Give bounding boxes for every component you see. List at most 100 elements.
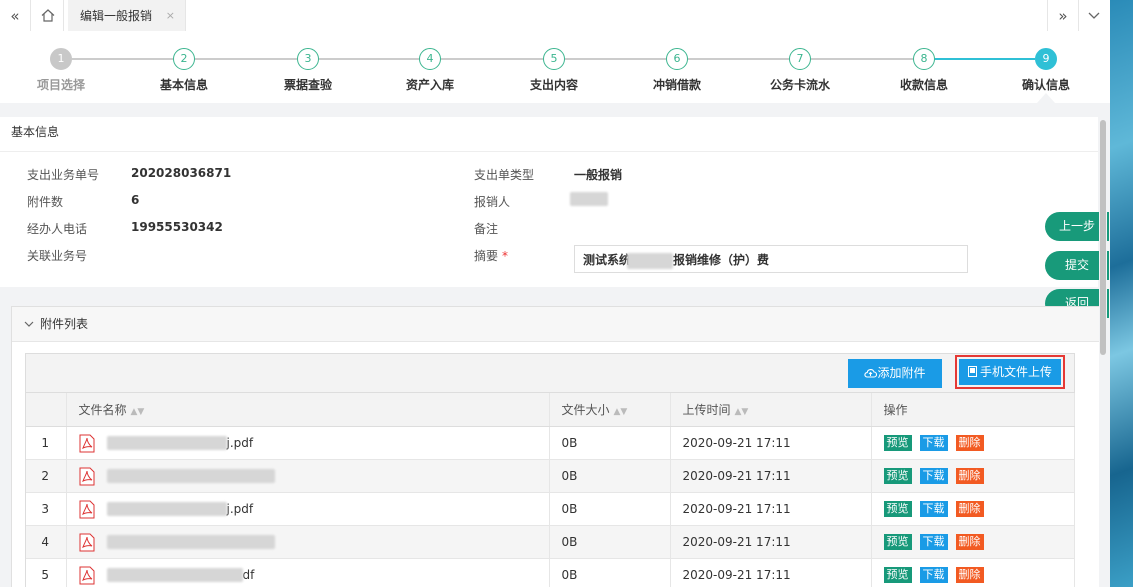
file-size-cell: 0B [549,558,671,587]
attachment-title: 附件列表 [40,317,89,331]
delete-button[interactable]: 删除 [955,567,984,583]
order-no-label: 支出业务单号 [27,168,100,182]
download-button[interactable]: 下载 [919,567,948,583]
delete-button[interactable]: 删除 [955,435,984,451]
phone-value: 19955530342 [131,220,223,234]
name-header[interactable]: 文件名称 ▲▼ [66,393,550,427]
preview-button[interactable]: 预览 [883,501,912,517]
ops-cell: 预览 下载 删除 [871,426,1075,460]
tab-label: 编辑一般报销 [80,9,153,23]
table-toolbar: 添加附件 手机文件上传 [26,354,1074,393]
file-name-redacted [106,568,243,582]
table-header-row: 文件名称 ▲▼ 文件大小 ▲▼ 上传时间 ▲▼ 操作 [26,393,1075,427]
table-row[interactable]: 4 0B 2020-09-21 17:11 预览 下载 删除 [26,525,1075,559]
tab-edit-reimbursement[interactable]: 编辑一般报销 × [68,0,186,31]
step-number: 9 [1035,48,1057,70]
upload-time-cell: 2020-09-21 17:11 [670,426,872,460]
preview-button[interactable]: 预览 [883,435,912,451]
step-label: 公务卡流水 [769,78,830,92]
desktop-background [1110,0,1133,587]
preview-button[interactable]: 预览 [883,468,912,484]
time-header[interactable]: 上传时间 ▲▼ [670,393,872,427]
step-4[interactable]: 4 资产入库 [380,48,480,93]
basic-info-panel: 基本信息 支出业务单号 202028036871 附件数 6 经办人电话 199… [0,117,1098,287]
phone-upload-highlight: 手机文件上传 [955,355,1065,389]
step-3[interactable]: 3 票据查验 [258,48,358,93]
table-row[interactable]: 1 j.pdf 0B 2020-09-21 17:11 预览 下载 删除 [26,426,1075,460]
step-number: 4 [419,48,441,70]
scroll-right-icon[interactable]: » [1047,0,1079,31]
add-attachment-button[interactable]: 添加附件 [848,359,942,388]
phone-label: 经办人电话 [27,222,88,236]
download-button[interactable]: 下载 [919,534,948,550]
attach-count-label: 附件数 [27,195,64,209]
preview-button[interactable]: 预览 [883,567,912,583]
row-index: 1 [26,426,67,460]
chevron-down-icon[interactable] [1079,0,1109,31]
attach-count-value: 6 [131,193,140,207]
step-number: 2 [173,48,195,70]
table-row[interactable]: 5 df 0B 2020-09-21 17:11 预览 下载 删除 [26,558,1075,587]
phone-upload-button[interactable]: 手机文件上传 [959,359,1061,385]
step-label: 基本信息 [159,78,208,92]
file-size-cell: 0B [549,426,671,460]
delete-button[interactable]: 删除 [955,468,984,484]
step-progress: 1 项目选择 2 基本信息 3 票据查验 4 资产入库 5 支出内容 6 冲销借款 7 公务卡流水 8 收款信… [0,31,1110,103]
table-row[interactable]: 2 0B 2020-09-21 17:11 预览 下载 删除 [26,459,1075,493]
step-number: 5 [543,48,565,70]
ops-cell: 预览 下载 删除 [871,492,1075,526]
step-9[interactable]: 9 确认信息 [996,48,1096,93]
summary-field[interactable]: 测试系统 报销维修（护）费 [574,245,968,273]
step-7[interactable]: 7 公务卡流水 [750,48,850,93]
scrollbar[interactable] [1099,117,1107,587]
home-icon[interactable] [33,0,64,31]
pdf-icon [79,500,94,518]
ops-cell: 预览 下载 删除 [871,525,1075,559]
size-header[interactable]: 文件大小 ▲▼ [549,393,671,427]
reimburser-label: 报销人 [474,195,511,209]
file-size-cell: 0B [549,459,671,493]
table-row[interactable]: 3 j.pdf 0B 2020-09-21 17:11 预览 下载 删除 [26,492,1075,526]
attachment-header[interactable]: 附件列表 [12,307,1099,342]
pdf-icon [79,467,94,485]
close-icon[interactable]: × [166,9,175,22]
step-5[interactable]: 5 支出内容 [504,48,604,93]
row-index: 4 [26,525,67,559]
ops-cell: 预览 下载 删除 [871,459,1075,493]
step-6[interactable]: 6 冲销借款 [627,48,727,93]
download-button[interactable]: 下载 [919,468,948,484]
scroll-left-icon[interactable]: « [0,0,31,31]
scrollbar-thumb[interactable] [1100,120,1106,355]
delete-button[interactable]: 删除 [955,534,984,550]
remark-label: 备注 [474,222,499,236]
file-name-redacted [106,502,227,516]
upload-time-cell: 2020-09-21 17:11 [670,459,872,493]
step-8[interactable]: 8 收款信息 [874,48,974,93]
step-number: 7 [789,48,811,70]
step-label: 确认信息 [1021,78,1070,92]
download-button[interactable]: 下载 [919,435,948,451]
required-mark: * [502,249,509,263]
attachment-table: 添加附件 手机文件上传 文件名称 ▲▼ 文件大小 ▲▼ 上传时间 ▲▼ 操作 1… [25,353,1075,587]
download-button[interactable]: 下载 [919,501,948,517]
attachment-section: 附件列表 添加附件 手机文件上传 文件名称 ▲▼ 文件大小 ▲▼ 上传时间 ▲▼… [11,306,1100,587]
ops-cell: 预览 下载 删除 [871,558,1075,587]
step-1[interactable]: 1 项目选择 [11,48,111,93]
sort-icon: ▲▼ [130,407,145,417]
step-2[interactable]: 2 基本信息 [134,48,234,93]
row-index: 3 [26,492,67,526]
file-size-cell: 0B [549,492,671,526]
summary-label: 摘要 * [474,249,509,263]
step-label: 收款信息 [899,78,948,92]
file-name-redacted [106,469,275,483]
ops-header: 操作 [871,393,1075,427]
pdf-icon [79,566,94,584]
type-value: 一般报销 [574,168,623,182]
file-name-cell [66,525,550,559]
file-name-cell: j.pdf [66,492,550,526]
upload-time-cell: 2020-09-21 17:11 [670,558,872,587]
preview-button[interactable]: 预览 [883,534,912,550]
delete-button[interactable]: 删除 [955,501,984,517]
active-step-pointer [1037,93,1055,103]
pdf-icon [79,434,94,452]
